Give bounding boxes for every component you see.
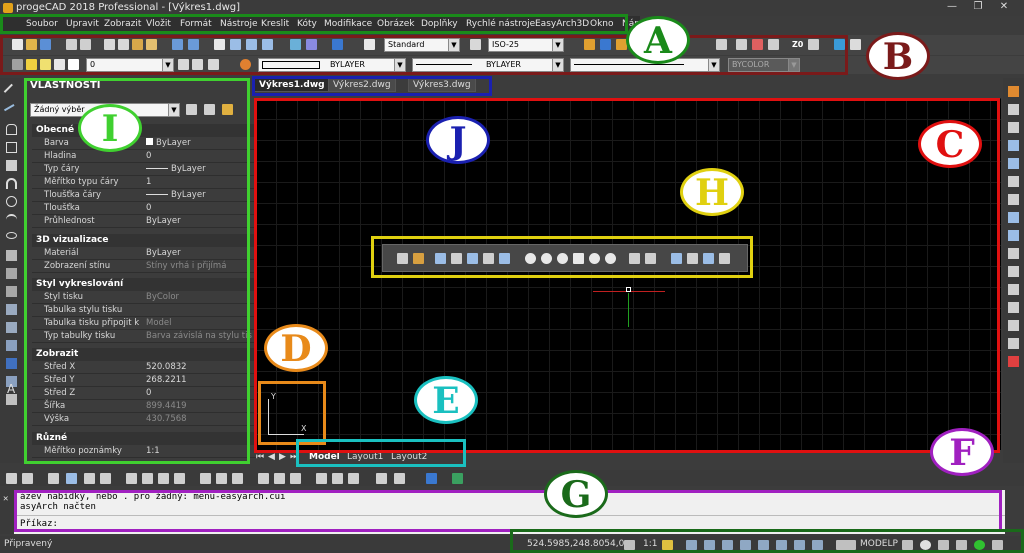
annotation-badge-i: I	[78, 104, 142, 152]
dim-edit-icon[interactable]	[258, 473, 269, 484]
status-ready-text: Připravený	[4, 539, 53, 549]
dim-linear-icon[interactable]	[6, 473, 17, 484]
annotation-badge-h: H	[680, 168, 744, 216]
spline-icon[interactable]	[850, 39, 861, 50]
nav-first-icon[interactable]: ⏮	[256, 452, 264, 462]
annotation-frame-j	[252, 76, 492, 96]
insert-block-icon[interactable]	[6, 268, 17, 279]
annotation-frame-d	[258, 381, 326, 445]
dim-style-icon[interactable]	[316, 473, 327, 484]
annotation-frame-h	[371, 236, 753, 278]
annotation-badge-j: J	[426, 116, 490, 164]
explode-icon[interactable]	[1008, 356, 1019, 367]
leader-icon[interactable]	[200, 473, 211, 484]
annotation-badge-a: A	[626, 16, 690, 64]
circle-icon[interactable]	[6, 196, 17, 207]
annotation-badge-f: F	[930, 428, 994, 476]
dim-update-icon[interactable]	[290, 473, 301, 484]
globe-icon[interactable]	[426, 473, 437, 484]
move-icon[interactable]	[1008, 176, 1019, 187]
join-icon[interactable]	[1008, 302, 1019, 313]
erase-icon[interactable]	[1008, 86, 1019, 97]
dim-baseline-icon[interactable]	[158, 473, 169, 484]
ellipse-icon[interactable]	[6, 232, 17, 239]
tolerance-icon[interactable]	[216, 473, 227, 484]
annotation-badge-b: B	[866, 32, 930, 80]
trim-icon[interactable]	[1008, 248, 1019, 259]
annotation-badge-g: G	[544, 470, 608, 518]
nav-prev-icon[interactable]: ◀	[268, 452, 275, 462]
dim-reassociate-icon[interactable]	[348, 473, 359, 484]
modify-toolbar	[1003, 78, 1024, 463]
annotation-badge-e: E	[414, 376, 478, 424]
rotate-icon[interactable]	[1008, 194, 1019, 205]
dim-radius-icon[interactable]	[84, 473, 95, 484]
dim-diameter-icon[interactable]	[100, 473, 111, 484]
dim-aligned-icon[interactable]	[22, 473, 33, 484]
dimension-toolbar	[0, 470, 1024, 486]
spline-draw-icon[interactable]	[6, 214, 17, 225]
hatch-draw-icon[interactable]	[6, 322, 17, 333]
annotation-frame-b	[0, 35, 848, 75]
nav-next-icon[interactable]: ▶	[279, 452, 286, 462]
polygon-icon[interactable]	[6, 160, 17, 171]
scale-icon[interactable]	[1008, 212, 1019, 223]
draw-toolbar: A	[0, 78, 22, 463]
make-block-icon[interactable]	[6, 286, 17, 297]
polyline-icon[interactable]	[6, 124, 17, 135]
break-icon[interactable]	[1008, 284, 1019, 295]
ray-icon[interactable]	[3, 103, 20, 120]
chamfer-icon[interactable]	[1008, 320, 1019, 331]
offset-icon[interactable]	[1008, 140, 1019, 151]
line-icon[interactable]	[3, 83, 20, 100]
dim-break-icon[interactable]	[394, 473, 405, 484]
dim-arc-icon[interactable]	[48, 473, 59, 484]
dim-space-icon[interactable]	[376, 473, 387, 484]
center-mark-icon[interactable]	[232, 473, 243, 484]
mirror-icon[interactable]	[1008, 122, 1019, 133]
annotation-frame-a	[0, 14, 628, 34]
dim-quick-icon[interactable]	[142, 473, 153, 484]
extend-icon[interactable]	[1008, 266, 1019, 277]
annotation-badge-d: D	[264, 324, 328, 372]
point-icon[interactable]	[6, 304, 17, 315]
dim-text-edit-icon[interactable]	[274, 473, 285, 484]
annotation-frame-f	[14, 490, 1002, 532]
maximize-button[interactable]: ❐	[966, 1, 990, 15]
geo-location-icon[interactable]	[452, 473, 463, 484]
dim-angular-icon[interactable]	[126, 473, 137, 484]
app-logo-icon	[3, 3, 13, 13]
command-close-icon[interactable]: ✕	[3, 494, 8, 504]
copy-object-icon[interactable]	[1008, 104, 1019, 115]
rectangle-icon[interactable]	[6, 142, 17, 153]
annotation-frame-e	[296, 439, 466, 467]
stretch-icon[interactable]	[1008, 230, 1019, 241]
arc-icon[interactable]	[6, 178, 17, 189]
fillet-icon[interactable]	[1008, 338, 1019, 349]
dim-ordinate-icon[interactable]	[66, 473, 77, 484]
dim-continue-icon[interactable]	[174, 473, 185, 484]
annotation-frame-g	[510, 529, 1024, 553]
text-tool-icon[interactable]: A	[7, 382, 15, 396]
dim-override-icon[interactable]	[332, 473, 343, 484]
minimize-button[interactable]: —	[940, 1, 964, 15]
array-icon[interactable]	[1008, 158, 1019, 169]
ellipse-arc-icon[interactable]	[6, 250, 17, 261]
region-icon[interactable]	[6, 340, 17, 351]
window-title: progeCAD 2018 Professional - [Výkres1.dw…	[16, 2, 241, 13]
annotation-badge-c: C	[918, 120, 982, 168]
table-icon[interactable]	[6, 358, 17, 369]
close-button[interactable]: ✕	[992, 1, 1016, 15]
